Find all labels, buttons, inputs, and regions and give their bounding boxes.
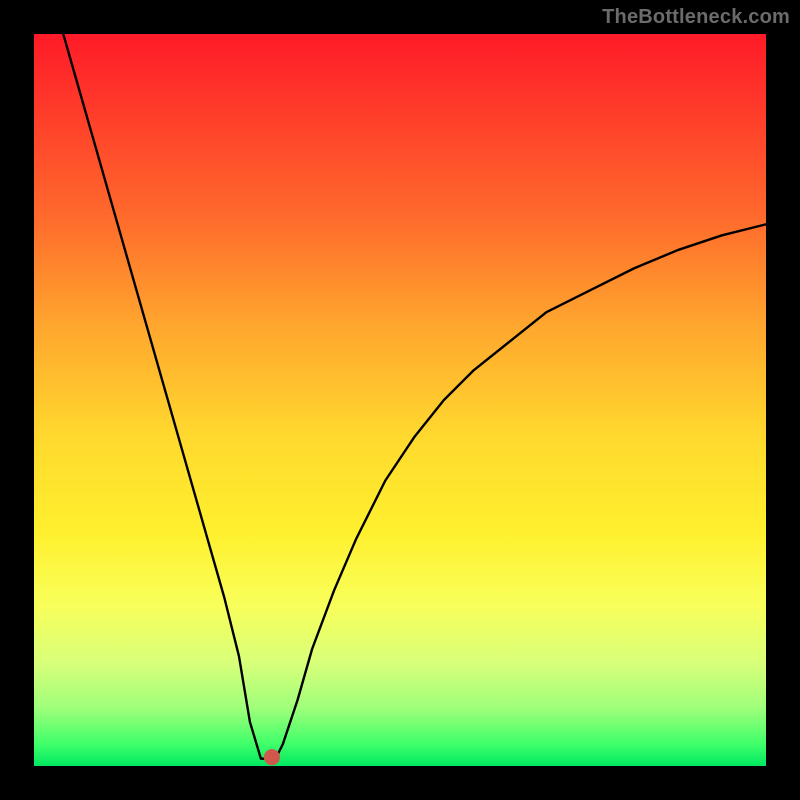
plot-area (34, 34, 766, 766)
watermark-text: TheBottleneck.com (602, 6, 790, 29)
chart-frame: TheBottleneck.com (0, 0, 800, 800)
bottleneck-curve (34, 34, 766, 766)
